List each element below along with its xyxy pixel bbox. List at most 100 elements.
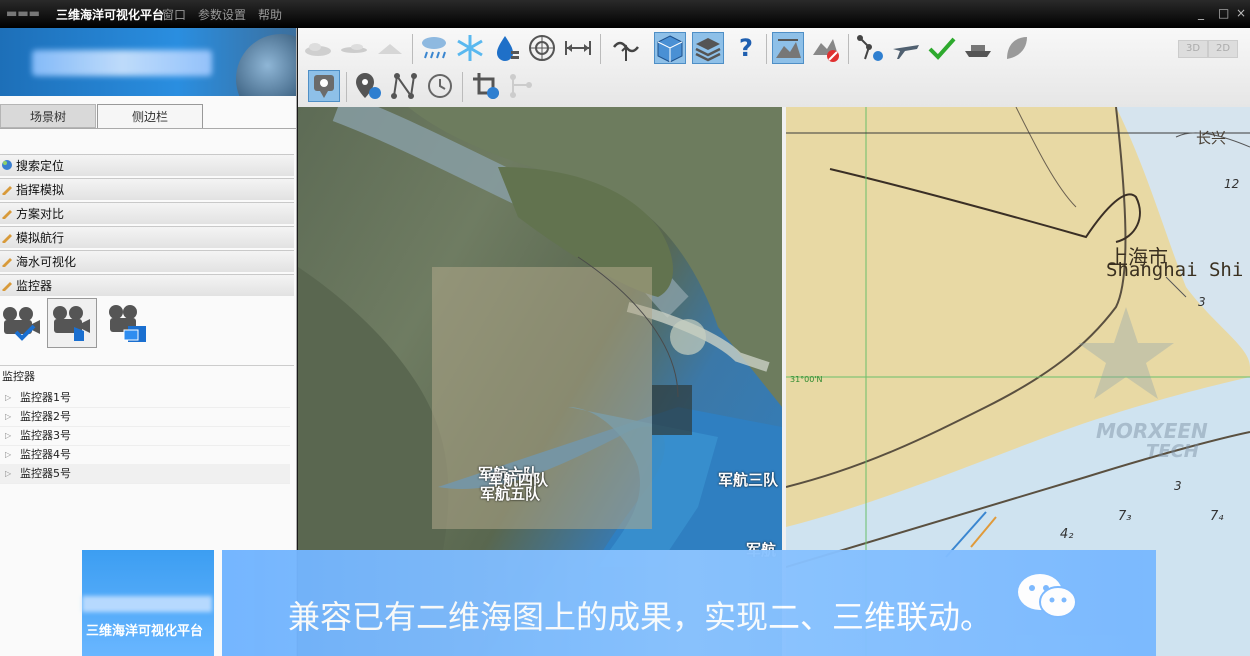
- wechat-icon: [1018, 574, 1077, 618]
- depth-sounding: 3: [1198, 295, 1206, 309]
- layers-button[interactable]: [692, 32, 724, 64]
- camera-hand-icon: [53, 306, 90, 341]
- toolbar-separator: [346, 72, 347, 102]
- toolbar-separator: [462, 72, 463, 102]
- crop-button[interactable]: [470, 70, 502, 102]
- sidebar-item-label: 海水可视化: [16, 255, 77, 269]
- tree-item-monitor-3[interactable]: ▷ 监控器3号: [0, 426, 290, 446]
- camera-window-button[interactable]: [104, 300, 154, 350]
- sidebar-item-compare[interactable]: 方案对比: [0, 202, 294, 224]
- menu-settings[interactable]: 参数设置: [198, 6, 246, 23]
- ship-icon: [965, 45, 991, 57]
- pencil-icon: [2, 210, 12, 219]
- measure-distance-button[interactable]: [562, 32, 594, 64]
- cloud-button[interactable]: [302, 32, 334, 64]
- depth-sounding: 12: [1224, 177, 1240, 191]
- tree-item-monitor-1[interactable]: ▷ 监控器1号: [0, 388, 290, 408]
- expand-arrow-icon[interactable]: ▷: [5, 464, 11, 483]
- network-node-button[interactable]: [388, 70, 420, 102]
- tree-item-label: 监控器1号: [20, 391, 71, 404]
- chart-city-en-label: Shanghai Shi: [1106, 259, 1244, 281]
- water-level-icon: [497, 36, 519, 61]
- rain-button[interactable]: [418, 32, 450, 64]
- view-3d-toggle[interactable]: 3D: [1178, 40, 1208, 58]
- tab-scene-tree[interactable]: 场景树: [0, 104, 96, 128]
- tree-item-label: 监控器4号: [20, 448, 71, 461]
- sidebar-item-seawater[interactable]: 海水可视化: [0, 250, 294, 272]
- branch-icon: [510, 74, 532, 98]
- latitude-label: 31°00'N: [790, 375, 823, 384]
- tree-item-label: 监控器5号: [20, 467, 71, 480]
- terrain-icon: [776, 39, 801, 58]
- terrain-button[interactable]: [772, 32, 804, 64]
- cloud-thin-icon: [341, 44, 367, 53]
- branch-button[interactable]: [506, 70, 538, 102]
- route-settings-icon: [857, 35, 883, 61]
- menu-window[interactable]: 窗口: [162, 6, 186, 23]
- subtitle-banner: 兼容已有二维海图上的成果，实现二、三维联动。: [222, 550, 1156, 656]
- ship-button[interactable]: [962, 32, 994, 64]
- view-2d-toggle[interactable]: 2D: [1208, 40, 1238, 58]
- cube-view-button[interactable]: [654, 32, 686, 64]
- leaf-button[interactable]: [1000, 32, 1032, 64]
- sidebar-tabs: 场景树 侧边栏: [0, 104, 296, 129]
- layers-icon: [695, 38, 721, 62]
- tab-sidebar[interactable]: 侧边栏: [97, 104, 203, 128]
- watermark-text: MORXEEN: [1096, 419, 1208, 443]
- radar-icon: [529, 35, 555, 61]
- monitor-list-header: 监控器: [0, 365, 294, 387]
- camera-window-icon: [109, 305, 146, 342]
- clock-button[interactable]: [424, 70, 456, 102]
- app-logo-banner: [0, 28, 296, 96]
- snow-button[interactable]: [454, 32, 486, 64]
- help-button[interactable]: ?: [730, 32, 762, 64]
- sidebar-item-command[interactable]: 指挥模拟: [0, 178, 294, 200]
- wave-arrow-button[interactable]: [610, 32, 642, 64]
- close-button[interactable]: ×: [1236, 6, 1246, 20]
- app-icon-blur: ▬▬▬: [6, 6, 41, 20]
- crop-icon: [473, 73, 499, 99]
- leaf-icon: [1007, 37, 1027, 59]
- expand-arrow-icon[interactable]: ▷: [5, 407, 11, 426]
- snow-icon: [457, 35, 483, 61]
- map-label-unit-5[interactable]: 军航五队: [480, 483, 540, 504]
- camera-check-button[interactable]: [0, 300, 50, 350]
- minimize-button[interactable]: _: [1198, 6, 1204, 20]
- tree-item-monitor-5[interactable]: ▷ 监控器5号: [0, 464, 290, 484]
- title-bar: ▬▬▬ 三维海洋可视化平台 窗口 参数设置 帮助 _ □ ×: [0, 0, 1250, 28]
- maximize-button[interactable]: □: [1218, 6, 1229, 20]
- map-label-unit-3[interactable]: 军航三队: [718, 469, 778, 490]
- expand-arrow-icon[interactable]: ▷: [5, 388, 11, 407]
- main-toolbar: ? 3D 2D: [298, 28, 1250, 108]
- logo-text-blur: [32, 50, 212, 76]
- radar-button[interactable]: [526, 32, 558, 64]
- route-settings-button[interactable]: [854, 32, 886, 64]
- help-icon: ?: [739, 34, 753, 62]
- water-level-button[interactable]: [490, 32, 522, 64]
- checkmark-button[interactable]: [926, 32, 958, 64]
- expand-arrow-icon[interactable]: ▷: [5, 445, 11, 464]
- cloud-thin-button[interactable]: [338, 32, 370, 64]
- tree-item-monitor-4[interactable]: ▷ 监控器4号: [0, 445, 290, 465]
- airplane-button[interactable]: [890, 32, 922, 64]
- menu-help[interactable]: 帮助: [258, 6, 282, 23]
- cloud-low-button[interactable]: [374, 32, 406, 64]
- sidebar-item-search[interactable]: 搜索定位: [0, 154, 294, 176]
- clock-icon: [428, 74, 452, 98]
- sidebar-item-navigation[interactable]: 模拟航行: [0, 226, 294, 248]
- expand-arrow-icon[interactable]: ▷: [5, 426, 11, 445]
- sidebar-item-monitor[interactable]: 监控器: [0, 274, 294, 296]
- subtitle-logo: 三维海洋可视化平台: [82, 550, 214, 656]
- depth-sounding: 7₃: [1118, 509, 1132, 524]
- measure-distance-icon: [565, 41, 591, 55]
- marker-button[interactable]: [308, 70, 340, 102]
- no-terrain-button[interactable]: [810, 32, 842, 64]
- location-pin-button[interactable]: [352, 70, 384, 102]
- tree-item-monitor-2[interactable]: ▷ 监控器2号: [0, 407, 290, 427]
- depth-sounding: 3: [1174, 479, 1182, 493]
- tree-item-label: 监控器2号: [20, 410, 71, 423]
- sidebar-item-label: 监控器: [16, 279, 53, 293]
- camera-hand-button[interactable]: [47, 298, 97, 348]
- toolbar-separator: [766, 34, 767, 64]
- wave-arrow-icon: [613, 41, 639, 61]
